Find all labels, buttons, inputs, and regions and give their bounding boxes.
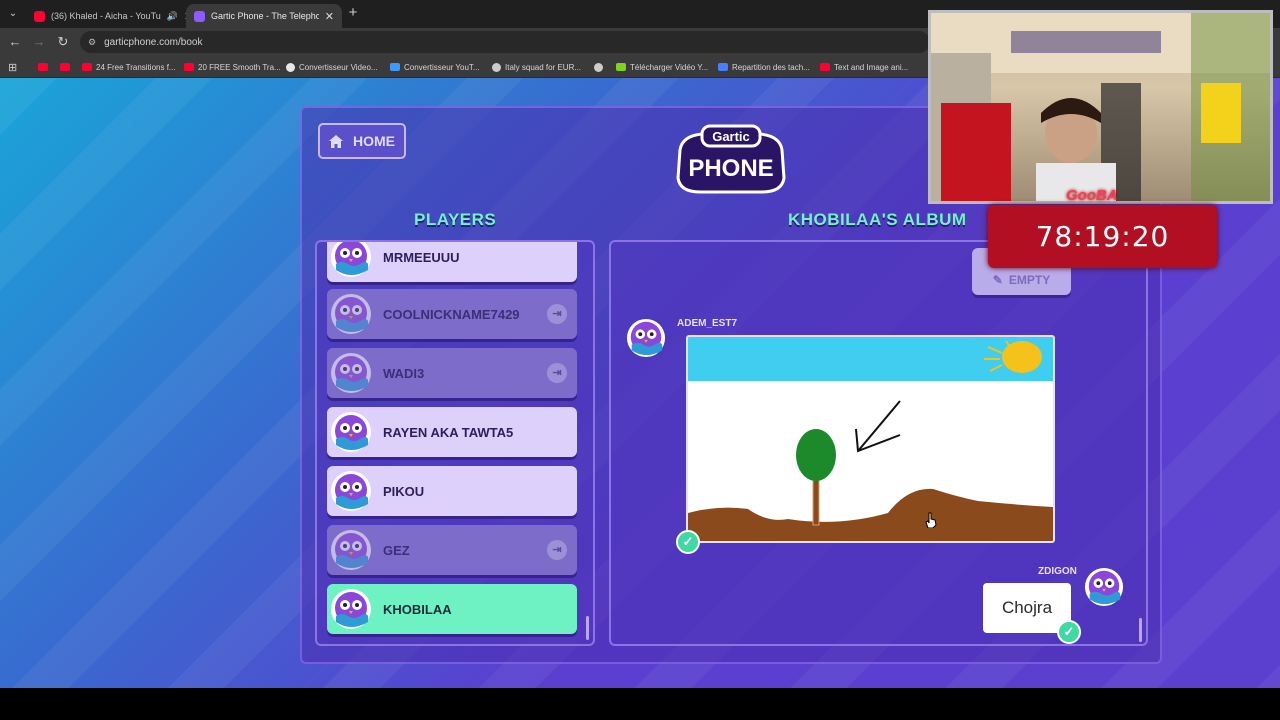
author-avatar-icon xyxy=(626,318,666,358)
tab-title: Gartic Phone - The Telephone G xyxy=(211,11,319,21)
download-icon xyxy=(616,63,626,71)
streamer-name: GooBA xyxy=(1066,187,1118,204)
tab-gartic[interactable]: Gartic Phone - The Telephone G ✕ xyxy=(186,4,342,28)
disconnected-icon: ⇥ xyxy=(547,540,567,560)
player-row: COOLNICKNAME7429 ⇥ xyxy=(327,289,577,339)
players-list[interactable]: MRMEEUUU COOLNICKNAME7429 ⇥ WADI3 ⇥ RAYE… xyxy=(315,240,595,646)
drawing-author-name: ADEM_EST7 xyxy=(677,318,738,329)
player-name: RAYEN AKA TAWTA5 xyxy=(383,424,514,440)
player-name: PIKOU xyxy=(383,483,425,499)
drawing-canvas xyxy=(688,337,1053,541)
timer-text: 78:19:20 xyxy=(1035,220,1170,253)
player-name: KHOBILAA xyxy=(383,601,452,617)
globe-icon xyxy=(492,62,501,72)
home-button[interactable]: HOME xyxy=(318,123,406,159)
tab-youtube[interactable]: (36) Khaled - Aicha - YouTu 🔊 ✕ xyxy=(26,4,186,28)
home-icon xyxy=(329,134,343,148)
streamer-room-image xyxy=(931,13,1270,201)
youtube-icon xyxy=(60,63,70,71)
bookmark-item[interactable]: Convertisseur YouT... xyxy=(390,60,480,74)
convert-icon xyxy=(390,63,400,71)
player-row: MRMEEUUU xyxy=(327,242,577,282)
bookmark-item[interactable]: Text and Image ani... xyxy=(820,60,908,74)
bookmark-item[interactable]: Italy squad for EUR... xyxy=(492,60,581,74)
gartic-phone-icon xyxy=(194,10,205,22)
check-icon: ✓ xyxy=(676,530,700,554)
player-avatar-icon xyxy=(331,589,371,629)
apps-grid-icon[interactable]: ⊞ xyxy=(8,60,17,74)
player-row: RAYEN AKA TAWTA5 xyxy=(327,407,577,457)
bookmark-item[interactable]: Convertisseur Video... xyxy=(286,60,378,74)
answer-author-name: ZDIGON xyxy=(1038,566,1077,577)
answer-text: Chojra xyxy=(1001,598,1053,617)
bookmark-item[interactable] xyxy=(60,60,74,74)
player-avatar-icon xyxy=(331,353,371,393)
album-scrollbar[interactable] xyxy=(1139,618,1142,642)
globe-icon xyxy=(594,62,603,72)
player-avatar-icon xyxy=(331,530,371,570)
disconnected-icon: ⇥ xyxy=(547,363,567,383)
speaker-icon[interactable]: 🔊 xyxy=(167,11,178,22)
player-name: MRMEEUUU xyxy=(383,249,460,265)
logo-main-text: PHONE xyxy=(688,155,773,182)
disconnected-icon: ⇥ xyxy=(547,304,567,324)
bookmark-item[interactable]: Repartition des tach... xyxy=(718,60,810,74)
player-avatar-icon xyxy=(331,412,371,452)
webcam-overlay xyxy=(928,10,1273,204)
bookmark-item[interactable]: 24 Free Transitions f... xyxy=(82,60,176,74)
player-name: GEZ xyxy=(383,542,410,558)
album-heading: KHOBILAA'S ALBUM xyxy=(788,210,967,229)
tab-list-chevron-icon[interactable]: ⌄ xyxy=(4,5,22,23)
pencil-icon: ✎ xyxy=(992,273,1003,287)
empty-label: EMPTY xyxy=(1008,273,1051,287)
player-name: WADI3 xyxy=(383,365,425,381)
logo-top-text: Gartic xyxy=(712,129,750,144)
new-tab-button[interactable]: + xyxy=(344,4,362,22)
player-row: WADI3 ⇥ xyxy=(327,348,577,398)
stream-timer: 78:19:20 xyxy=(988,205,1217,268)
bookmark-item[interactable]: Télécharger Vidéo Y... xyxy=(616,60,708,74)
url-text: garticphone.com/book xyxy=(104,36,203,48)
document-icon xyxy=(718,63,728,71)
bookmark-item[interactable] xyxy=(594,60,607,74)
player-avatar-icon xyxy=(331,471,371,511)
forward-arrow-icon[interactable]: → xyxy=(30,33,48,51)
youtube-icon xyxy=(34,10,45,22)
close-icon[interactable]: ✕ xyxy=(325,10,334,23)
player-row: PIKOU xyxy=(327,466,577,516)
youtube-icon xyxy=(38,63,48,71)
player-avatar-icon xyxy=(331,294,371,334)
youtube-icon xyxy=(184,63,194,71)
bottom-black-bar xyxy=(0,688,1280,720)
youtube-icon xyxy=(820,63,830,71)
player-name: COOLNICKNAME7429 xyxy=(383,306,520,322)
author-avatar-icon xyxy=(1084,567,1124,607)
players-scrollbar[interactable] xyxy=(586,616,589,640)
players-heading: PLAYERS xyxy=(414,210,497,229)
back-arrow-icon[interactable]: ← xyxy=(6,33,24,51)
bookmark-item[interactable] xyxy=(38,60,52,74)
google-icon xyxy=(286,62,295,72)
album-drawing xyxy=(686,335,1055,543)
bookmark-item[interactable]: 20 FREE Smooth Tra... xyxy=(184,60,281,74)
site-info-icon[interactable]: ⚙ xyxy=(88,37,96,48)
player-row: GEZ ⇥ xyxy=(327,525,577,575)
tab-title: (36) Khaled - Aicha - YouTu xyxy=(51,11,161,21)
address-bar[interactable]: ⚙ garticphone.com/book xyxy=(80,31,930,53)
youtube-icon xyxy=(82,63,92,71)
player-row-current: KHOBILAA xyxy=(327,584,577,634)
gartic-phone-logo: Gartic PHONE xyxy=(676,124,786,194)
home-label: HOME xyxy=(353,133,395,149)
check-icon: ✓ xyxy=(1057,620,1081,644)
hand-cursor-icon xyxy=(925,512,937,528)
reload-icon[interactable]: ↻ xyxy=(54,33,72,51)
player-avatar-icon xyxy=(331,242,371,277)
